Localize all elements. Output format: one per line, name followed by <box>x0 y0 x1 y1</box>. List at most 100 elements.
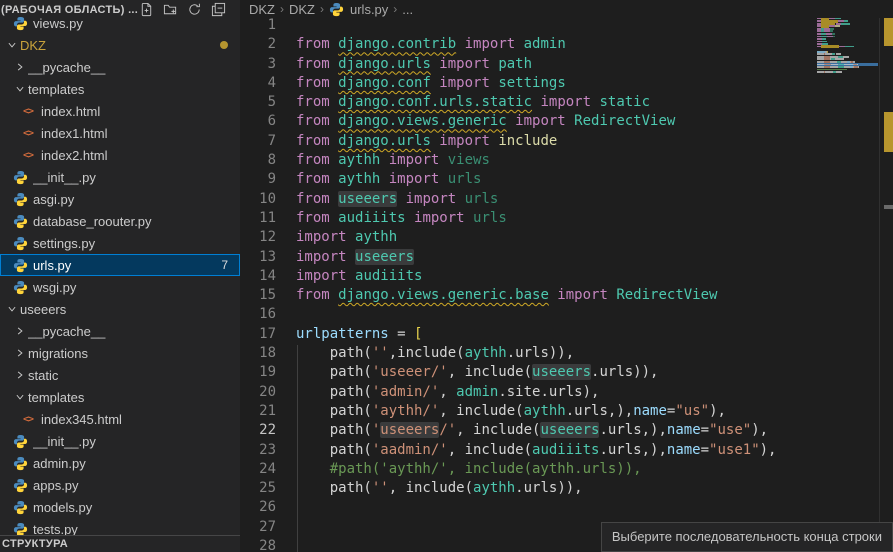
breadcrumb-item[interactable]: DKZ <box>249 2 275 17</box>
tree-item-label: __init__.py <box>33 434 240 449</box>
code-line-7[interactable]: 7from django.urls import include <box>240 132 893 151</box>
line-number: 1 <box>240 16 276 35</box>
tree-item-index345-html[interactable]: <>index345.html <box>0 408 240 430</box>
code-line-26[interactable]: 26 <box>240 498 893 517</box>
tree-item-index2-html[interactable]: <>index2.html <box>0 144 240 166</box>
tree-item-label: __init__.py <box>33 170 240 185</box>
code-line-8[interactable]: 8from aythh import views <box>240 151 893 170</box>
tree-item-label: admin.py <box>33 456 240 471</box>
breadcrumb-separator: › <box>280 2 284 16</box>
line-content: path('admin/', admin.site.urls), <box>296 383 599 402</box>
tree-item-migrations[interactable]: migrations <box>0 342 240 364</box>
tree-item-admin-py[interactable]: admin.py <box>0 452 240 474</box>
breadcrumb-item[interactable]: ... <box>402 2 413 17</box>
tree-item-urls-py[interactable]: urls.py7 <box>0 254 240 276</box>
minimap[interactable] <box>817 10 878 100</box>
tree-item-index-html[interactable]: <> index.html <box>0 100 240 122</box>
tree-item--init-py[interactable]: __init__.py <box>0 430 240 452</box>
tree-item--init-py[interactable]: __init__.py <box>0 166 240 188</box>
tree-item-index1-html[interactable]: <> index1.html <box>0 122 240 144</box>
tree-item-label: static <box>28 368 240 383</box>
line-number: 28 <box>240 537 276 552</box>
line-number: 8 <box>240 151 276 170</box>
html-file-icon: <> <box>20 128 36 139</box>
tree-item-label: DKZ <box>20 38 220 53</box>
tree-item-label: useeers <box>20 302 240 317</box>
code-line-9[interactable]: 9from aythh import urls <box>240 170 893 189</box>
code-line-17[interactable]: 17urlpatterns = [ <box>240 325 893 344</box>
code-line-20[interactable]: 20 path('admin/', admin.site.urls), <box>240 383 893 402</box>
line-number: 6 <box>240 112 276 131</box>
code-line-19[interactable]: 19 path('useeer/', include(useeers.urls)… <box>240 363 893 382</box>
line-number: 23 <box>240 441 276 460</box>
tree-item-label: index1.html <box>41 126 240 141</box>
tree-item-views-py[interactable]: views.py <box>0 12 240 34</box>
tree-item-static[interactable]: static <box>0 364 240 386</box>
tree-item-wsgi-py[interactable]: wsgi.py <box>0 276 240 298</box>
chevron-right-icon <box>12 326 28 336</box>
code-line-21[interactable]: 21 path('aythh/', include(aythh.urls,),n… <box>240 402 893 421</box>
python-file-icon <box>12 214 28 229</box>
code-area[interactable]: 12from django.contrib import admin3from … <box>240 16 893 552</box>
overview-ruler[interactable] <box>884 0 893 552</box>
tree-item-apps-py[interactable]: apps.py <box>0 474 240 496</box>
breadcrumb-item[interactable]: urls.py <box>350 2 388 17</box>
line-number: 15 <box>240 286 276 305</box>
code-line-3[interactable]: 3from django.urls import path <box>240 55 893 74</box>
chevron-right-icon <box>12 370 28 380</box>
warning-mark <box>884 112 893 152</box>
tree-item--pycache-[interactable]: __pycache__ <box>0 320 240 342</box>
line-content: import aythh <box>296 228 397 247</box>
tree-item-label: index.html <box>41 104 240 119</box>
code-line-25[interactable]: 25 path('', include(aythh.urls)), <box>240 479 893 498</box>
code-line-15[interactable]: 15 from django.views.generic.base import … <box>240 286 893 305</box>
tree-item-models-py[interactable]: models.py <box>0 496 240 518</box>
tree-item-dkz[interactable]: DKZ <box>0 34 240 56</box>
modified-dot <box>220 41 228 49</box>
code-line-10[interactable]: 10from useeers import urls <box>240 190 893 209</box>
line-content: import audiiits <box>296 267 422 286</box>
html-file-icon: <> <box>20 106 36 117</box>
tree-item-asgi-py[interactable]: asgi.py <box>0 188 240 210</box>
code-line-24[interactable]: 24 #path('aythh/', include(aythh.urls)), <box>240 460 893 479</box>
code-line-18[interactable]: 18 path('',include(aythh.urls)), <box>240 344 893 363</box>
line-number: 14 <box>240 267 276 286</box>
code-line-12[interactable]: 12import aythh <box>240 228 893 247</box>
tree-item--pycache-[interactable]: __pycache__ <box>0 56 240 78</box>
tree-item-templates[interactable]: templates <box>0 386 240 408</box>
code-line-13[interactable]: 13import useeers <box>240 248 893 267</box>
code-line-5[interactable]: 5from django.conf.urls.static import sta… <box>240 93 893 112</box>
breadcrumb: DKZ›DKZ›urls.py›... <box>240 0 893 18</box>
code-line-23[interactable]: 23 path('aadmin/', include(audiiits.urls… <box>240 441 893 460</box>
tree-item-database-roouter-py[interactable]: database_roouter.py <box>0 210 240 232</box>
outline-section-header[interactable]: СТРУКТУРА <box>0 535 240 552</box>
chevron-down-icon <box>7 37 17 53</box>
line-number: 20 <box>240 383 276 402</box>
html-file-icon: <> <box>20 414 36 425</box>
code-line-14[interactable]: 14 import audiiits <box>240 267 893 286</box>
tree-item-settings-py[interactable]: settings.py <box>0 232 240 254</box>
line-content: from django.views.generic.base import Re… <box>296 286 717 305</box>
python-file-icon <box>12 192 28 207</box>
code-line-16[interactable]: 16 <box>240 305 893 324</box>
code-line-2[interactable]: 2from django.contrib import admin <box>240 35 893 54</box>
python-file-icon <box>12 478 28 493</box>
code-line-6[interactable]: 6from django.views.generic import Redire… <box>240 112 893 131</box>
line-content: from audiiits import urls <box>296 209 507 228</box>
tree-item-useeers[interactable]: useeers <box>0 298 240 320</box>
breadcrumb-item[interactable]: DKZ <box>289 2 315 17</box>
python-file-icon <box>12 170 28 185</box>
code-line-22[interactable]: 22 path('useeers/', include(useeers.urls… <box>240 421 893 440</box>
tree-item-label: __pycache__ <box>28 60 240 75</box>
problems-badge: 7 <box>221 258 228 272</box>
chevron-right-icon <box>12 348 28 358</box>
line-content: path('',include(aythh.urls)), <box>296 344 574 363</box>
line-content: path('', include(aythh.urls)), <box>296 479 583 498</box>
code-line-11[interactable]: 11from audiiits import urls <box>240 209 893 228</box>
code-line-4[interactable]: 4from django.conf import settings <box>240 74 893 93</box>
html-file-icon: <> <box>20 150 36 161</box>
line-content: from django.conf.urls.static import stat… <box>296 93 650 112</box>
tree-item-templates[interactable]: templates <box>0 78 240 100</box>
line-number: 18 <box>240 344 276 363</box>
code-line-1[interactable]: 1 <box>240 16 893 35</box>
